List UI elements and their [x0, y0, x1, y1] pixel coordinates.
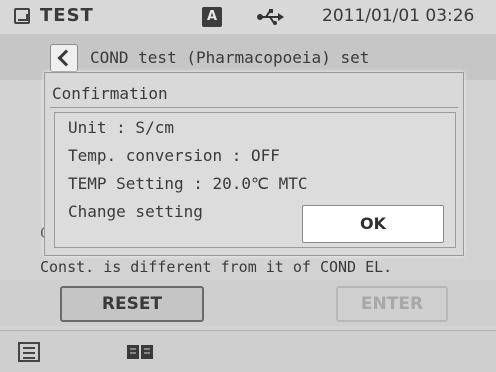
- ok-button[interactable]: OK: [302, 205, 444, 243]
- test-icon: [14, 8, 30, 24]
- unit-line: Unit : S/cm: [68, 118, 174, 137]
- dialog-divider: [50, 107, 458, 108]
- datetime: 2011/01/01 03:26: [322, 6, 475, 26]
- reset-button[interactable]: RESET: [60, 286, 204, 322]
- warning-message: Const. is different from it of COND EL.: [40, 258, 393, 276]
- change-setting-line: Change setting: [68, 202, 203, 221]
- temp-conversion-line: Temp. conversion : OFF: [68, 146, 280, 165]
- status-title: TEST: [40, 5, 94, 26]
- enter-button[interactable]: ENTER: [336, 286, 448, 322]
- bottom-bar: [0, 330, 496, 372]
- menu-icon[interactable]: [18, 342, 40, 362]
- temp-setting-line: TEMP Setting : 20.0℃ MTC: [68, 174, 308, 193]
- mode-badge: A: [202, 7, 222, 27]
- book-icon[interactable]: [126, 344, 154, 360]
- page-title: COND test (Pharmacopoeia) set: [90, 48, 370, 67]
- usb-icon: [257, 9, 284, 25]
- back-button[interactable]: [50, 44, 78, 72]
- dialog-title: Confirmation: [52, 84, 168, 103]
